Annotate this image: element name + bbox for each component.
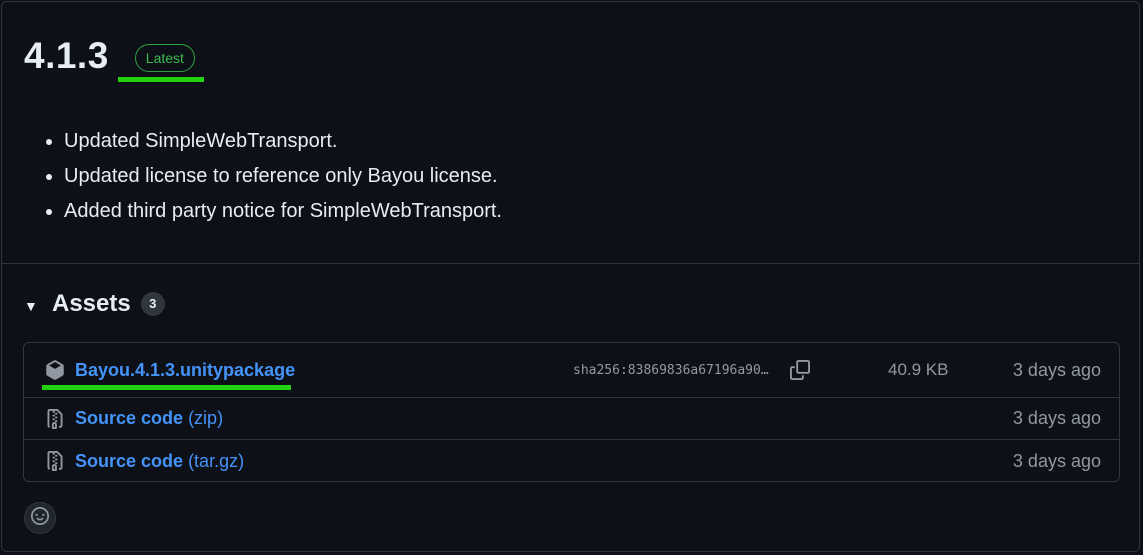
package-icon <box>44 359 66 381</box>
smiley-icon <box>31 506 49 530</box>
release-note-item: Updated SimpleWebTransport. <box>64 124 502 159</box>
source-code-zip-link[interactable]: Source code (zip) <box>75 408 223 429</box>
assets-title: Assets <box>52 290 131 317</box>
asset-time: 3 days ago <box>1012 359 1101 380</box>
asset-size: 40.9 KB <box>888 360 949 379</box>
assets-list: Bayou.4.1.3.unitypackage sha256:83869836… <box>23 342 1120 482</box>
file-zip-icon <box>44 450 66 472</box>
release-card: 4.1.3 Latest Updated SimpleWebTransport.… <box>1 1 1140 552</box>
asset-download-link[interactable]: Bayou.4.1.3.unitypackage <box>75 360 295 381</box>
copy-icon[interactable] <box>789 359 811 381</box>
release-notes: Updated SimpleWebTransport. Updated lice… <box>42 124 502 229</box>
highlight-underline <box>42 385 291 390</box>
asset-row: Source code (zip) 3 days ago <box>24 398 1119 440</box>
asset-row: Source code (tar.gz) 3 days ago <box>24 440 1119 482</box>
highlight-underline <box>118 77 204 82</box>
release-note-item: Added third party notice for SimpleWebTr… <box>64 194 502 229</box>
latest-badge: Latest <box>134 44 195 72</box>
asset-time: 3 days ago <box>1012 450 1101 471</box>
divider <box>2 263 1139 264</box>
file-zip-icon <box>44 408 66 430</box>
release-note-item: Updated license to reference only Bayou … <box>64 159 502 194</box>
asset-sha: sha256:83869836a67196a90… <box>573 362 769 378</box>
assets-count-badge: 3 <box>140 292 165 316</box>
add-reaction-button[interactable] <box>24 502 56 534</box>
source-code-targz-link[interactable]: Source code (tar.gz) <box>75 451 244 472</box>
release-title[interactable]: 4.1.3 <box>24 32 109 80</box>
asset-row: Bayou.4.1.3.unitypackage sha256:83869836… <box>24 343 1119 398</box>
release-header: 4.1.3 Latest <box>24 32 195 80</box>
triangle-down-icon: ▼ <box>24 298 38 314</box>
asset-time: 3 days ago <box>1012 408 1101 428</box>
assets-toggle[interactable]: ▼ Assets 3 <box>24 290 165 318</box>
